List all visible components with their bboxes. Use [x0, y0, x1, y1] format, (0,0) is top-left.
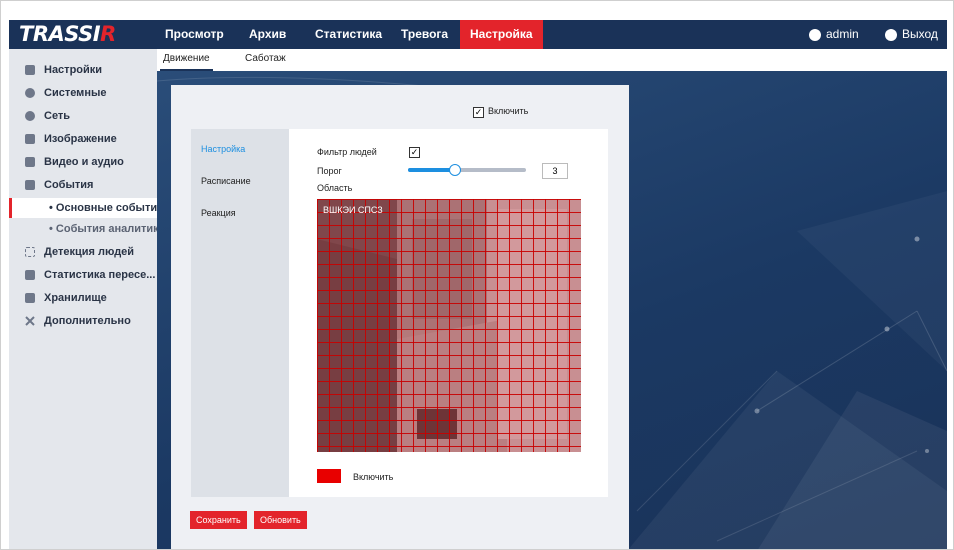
trassir-logo: TRASSIR — [19, 22, 116, 46]
tab-schedule[interactable]: Расписание — [201, 176, 251, 186]
sidebar-item-video-audio[interactable]: Видео и аудио — [9, 152, 157, 172]
nav-view[interactable]: Просмотр — [155, 20, 234, 49]
bell-icon — [25, 180, 35, 190]
nav-alarm[interactable]: Тревога — [391, 20, 458, 49]
globe-icon — [25, 111, 35, 121]
motion-grid[interactable] — [317, 199, 581, 452]
enable-label-top: Включить — [488, 106, 529, 116]
logout-button[interactable]: Выход — [885, 20, 938, 49]
save-button[interactable]: Сохранить — [190, 511, 247, 529]
area-label: Область — [317, 183, 353, 193]
sidebar-item-network[interactable]: Сеть — [9, 106, 157, 126]
logout-icon — [885, 28, 897, 41]
top-nav-bar: TRASSIR Просмотр Архив Статистика Тревог… — [9, 20, 947, 49]
video-icon — [25, 157, 35, 167]
image-icon — [25, 134, 35, 144]
threshold-slider-fill — [408, 168, 456, 172]
sidebar-item-system[interactable]: Системные — [9, 83, 157, 103]
tab-sabotage[interactable]: Саботаж — [245, 49, 286, 71]
nav-archive[interactable]: Архив — [239, 20, 296, 49]
camera-preview[interactable]: ВШКЭИ СПСЗ — [317, 199, 581, 452]
logout-label: Выход — [902, 27, 938, 41]
app-window: TRASSIR Просмотр Архив Статистика Тревог… — [0, 0, 954, 550]
threshold-slider[interactable] — [408, 164, 526, 176]
people-filter-label: Фильтр людей — [317, 147, 377, 157]
user-menu[interactable]: admin — [809, 20, 859, 49]
nav-statistics[interactable]: Статистика — [305, 20, 392, 49]
sidebar-item-people-detection[interactable]: Детекция людей — [9, 242, 157, 262]
logo-main: TRASSI — [19, 22, 101, 46]
enable-label-bottom: Включить — [353, 472, 394, 482]
sidebar-sub-basic-events[interactable]: • Основные события — [9, 198, 157, 218]
tab-reaction[interactable]: Реакция — [201, 208, 236, 218]
sidebar-item-events[interactable]: События — [9, 175, 157, 195]
logo-accent: R — [100, 22, 116, 46]
user-icon — [809, 28, 821, 41]
sidebar-item-crossing-stats[interactable]: Статистика пересе... — [9, 265, 157, 285]
sidebar-sub-analytics-events[interactable]: • События аналитики — [9, 219, 157, 239]
sidebar-item-advanced[interactable]: Дополнительно — [9, 311, 157, 331]
threshold-label: Порог — [317, 166, 342, 176]
tab-motion[interactable]: Движение — [160, 49, 213, 71]
sidebar-item-image[interactable]: Изображение — [9, 129, 157, 149]
nav-settings[interactable]: Настройка — [460, 20, 543, 49]
video-overlay-text: ВШКЭИ СПСЗ — [323, 205, 383, 215]
people-detect-icon — [25, 247, 35, 257]
people-filter-checkbox[interactable]: ✓ — [409, 147, 420, 158]
floppy-icon — [25, 293, 35, 303]
sidebar: Настройки Системные Сеть Изображение Вид… — [9, 49, 157, 549]
enable-checkbox-top[interactable]: ✓ — [473, 107, 484, 118]
region-color-swatch[interactable] — [317, 469, 341, 483]
chart-icon — [25, 270, 35, 280]
sidebar-item-settings[interactable]: Настройки — [9, 60, 157, 80]
tab-setup[interactable]: Настройка — [201, 144, 245, 154]
tools-icon — [25, 316, 35, 326]
sidebar-item-storage[interactable]: Хранилище — [9, 288, 157, 308]
threshold-value-input[interactable]: 3 — [542, 163, 568, 179]
user-name: admin — [826, 27, 859, 41]
info-icon — [25, 88, 35, 98]
sub-tabs: Движение Саботаж — [157, 49, 947, 72]
monitor-icon — [25, 65, 35, 75]
refresh-button[interactable]: Обновить — [254, 511, 307, 529]
